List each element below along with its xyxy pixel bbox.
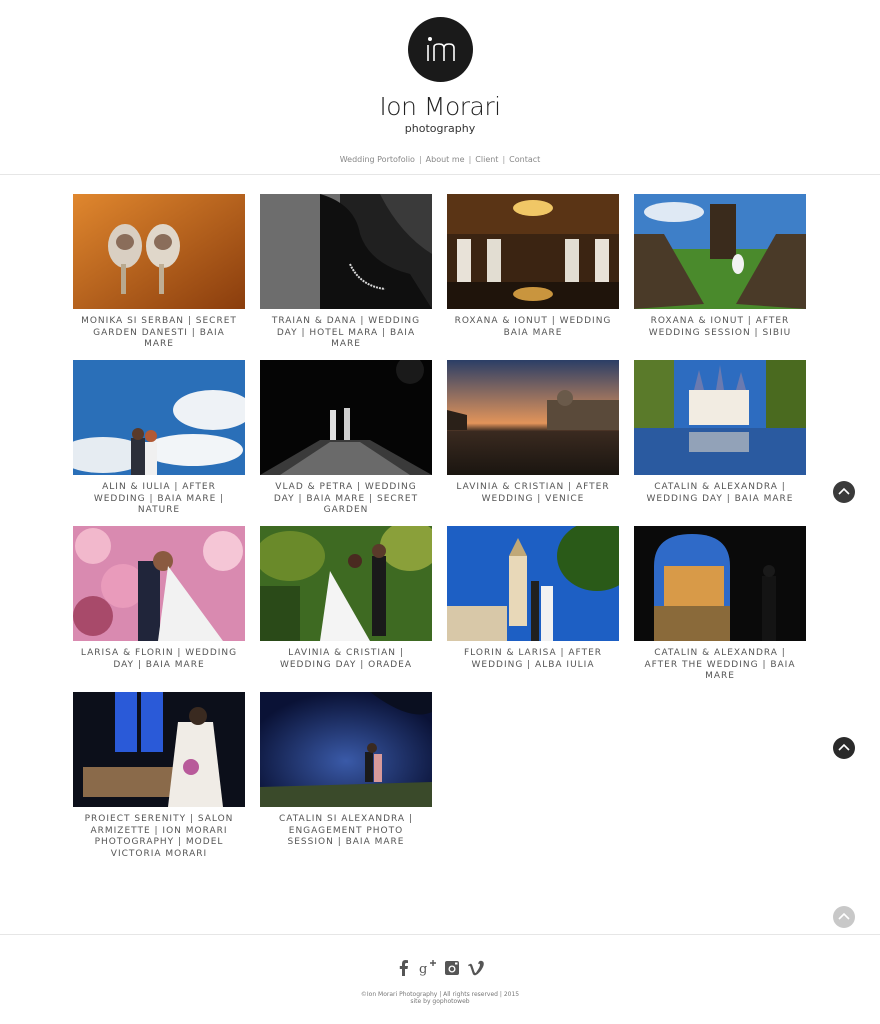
gallery-caption[interactable]: ROXANA & IONUT | WEDDING BAIA MARE — [447, 316, 619, 339]
site-credit-link[interactable]: site by gophotoweb — [0, 998, 880, 1005]
gallery-caption[interactable]: VLAD & PETRA | WEDDING DAY | BAIA MARE |… — [260, 482, 432, 517]
gallery-caption[interactable]: ALIN & IULIA | AFTER WEDDING | BAIA MARE… — [73, 482, 245, 517]
gallery-thumbnail[interactable] — [73, 194, 245, 309]
gallery-item[interactable]: LARISA & FLORIN | WEDDING DAY | BAIA MAR… — [73, 526, 245, 671]
brand-tagline: photography — [404, 122, 476, 135]
gallery-caption[interactable]: MONIKA SI SERBAN | SECRET GARDEN DANESTI… — [73, 316, 245, 351]
chevron-up-icon — [833, 906, 855, 928]
gallery-item[interactable]: LAVINIA & CRISTIAN | WEDDING DAY | ORADE… — [260, 526, 432, 671]
gallery-caption[interactable]: FLORIN & LARISA | AFTER WEDDING | ALBA I… — [447, 648, 619, 671]
chevron-up-icon — [833, 481, 855, 503]
gallery-caption[interactable]: LARISA & FLORIN | WEDDING DAY | BAIA MAR… — [73, 648, 245, 671]
facebook-icon[interactable] — [395, 959, 413, 977]
site-header: Ion Morari photography Wedding Portofoli… — [0, 0, 880, 175]
back-to-top-button[interactable] — [833, 481, 855, 503]
gallery-item[interactable]: TRAIAN & DANA | WEDDING DAY | HOTEL MARA… — [260, 194, 432, 351]
gallery-grid: MONIKA SI SERBAN | SECRET GARDEN DANESTI… — [73, 194, 807, 874]
gallery-caption[interactable]: CATALIN SI ALEXANDRA | ENGAGEMENT PHOTO … — [260, 814, 432, 849]
gallery-item[interactable]: ALIN & IULIA | AFTER WEDDING | BAIA MARE… — [73, 360, 245, 517]
gallery-item[interactable]: CATALIN SI ALEXANDRA | ENGAGEMENT PHOTO … — [260, 692, 432, 849]
gallery-item[interactable]: ROXANA & IONUT | WEDDING BAIA MARE — [447, 194, 619, 339]
nav-client[interactable]: Client — [475, 155, 498, 164]
gallery-item[interactable]: ROXANA & IONUT | AFTER WEDDING SESSION |… — [634, 194, 806, 339]
instagram-icon[interactable] — [443, 959, 461, 977]
nav-separator: | — [468, 155, 472, 164]
gallery-item[interactable]: VLAD & PETRA | WEDDING DAY | BAIA MARE |… — [260, 360, 432, 517]
gallery-item[interactable]: MONIKA SI SERBAN | SECRET GARDEN DANESTI… — [73, 194, 245, 351]
main-nav: Wedding Portofolio | About me | Client | Conta… — [0, 155, 880, 164]
nav-separator: | — [418, 155, 422, 164]
google-plus-icon[interactable]: g — [419, 959, 437, 977]
nav-contact[interactable]: Contact — [509, 155, 540, 164]
gallery-item[interactable]: CATALIN & ALEXANDRA | AFTER THE WEDDING … — [634, 526, 806, 683]
logo-monogram[interactable] — [408, 17, 473, 82]
gallery-caption[interactable]: ROXANA & IONUT | AFTER WEDDING SESSION |… — [634, 316, 806, 339]
copyright-text: ©Ion Morari Photography | All rights res… — [360, 991, 520, 998]
gallery-thumbnail[interactable] — [73, 360, 245, 475]
gallery-thumbnail[interactable] — [634, 526, 806, 641]
svg-text:g: g — [419, 962, 427, 977]
gallery-thumbnail[interactable] — [260, 526, 432, 641]
nav-wedding-portfolio[interactable]: Wedding Portofolio — [340, 155, 415, 164]
gallery-caption[interactable]: TRAIAN & DANA | WEDDING DAY | HOTEL MARA… — [260, 316, 432, 351]
nav-separator: | — [502, 155, 506, 164]
nav-about-me[interactable]: About me — [426, 155, 465, 164]
site-footer: g ©Ion Morari Photography | All rights r… — [0, 934, 880, 1024]
back-to-top-button[interactable] — [833, 737, 855, 759]
chevron-up-icon — [833, 737, 855, 759]
brand-name: Ion Morari — [379, 92, 501, 121]
gallery-item[interactable]: CATALIN & ALEXANDRA | WEDDING DAY | BAIA… — [634, 360, 806, 505]
logo-mark-icon — [427, 37, 455, 61]
vimeo-icon[interactable] — [467, 959, 485, 977]
gallery-caption[interactable]: CATALIN & ALEXANDRA | AFTER THE WEDDING … — [634, 648, 806, 683]
social-links: g — [0, 959, 880, 977]
gallery-item[interactable]: LAVINIA & CRISTIAN | AFTER WEDDING | VEN… — [447, 360, 619, 505]
gallery-thumbnail[interactable] — [634, 194, 806, 309]
back-to-top-button[interactable] — [833, 906, 855, 928]
gallery-thumbnail[interactable] — [260, 692, 432, 807]
gallery-thumbnail[interactable] — [260, 194, 432, 309]
footer-text: ©Ion Morari Photography | All rights res… — [0, 991, 880, 1005]
gallery-thumbnail[interactable] — [634, 360, 806, 475]
gallery-thumbnail[interactable] — [447, 360, 619, 475]
gallery-caption[interactable]: CATALIN & ALEXANDRA | WEDDING DAY | BAIA… — [634, 482, 806, 505]
gallery-item[interactable]: FLORIN & LARISA | AFTER WEDDING | ALBA I… — [447, 526, 619, 671]
gallery-caption[interactable]: LAVINIA & CRISTIAN | WEDDING DAY | ORADE… — [260, 648, 432, 671]
gallery-thumbnail[interactable] — [73, 692, 245, 807]
gallery-item[interactable]: PROIECT SERENITY | SALON ARMIZETTE | ION… — [73, 692, 245, 860]
gallery-caption[interactable]: PROIECT SERENITY | SALON ARMIZETTE | ION… — [73, 814, 245, 860]
gallery-thumbnail[interactable] — [260, 360, 432, 475]
gallery-thumbnail[interactable] — [447, 194, 619, 309]
gallery-thumbnail[interactable] — [73, 526, 245, 641]
gallery-thumbnail[interactable] — [447, 526, 619, 641]
gallery-caption[interactable]: LAVINIA & CRISTIAN | AFTER WEDDING | VEN… — [447, 482, 619, 505]
